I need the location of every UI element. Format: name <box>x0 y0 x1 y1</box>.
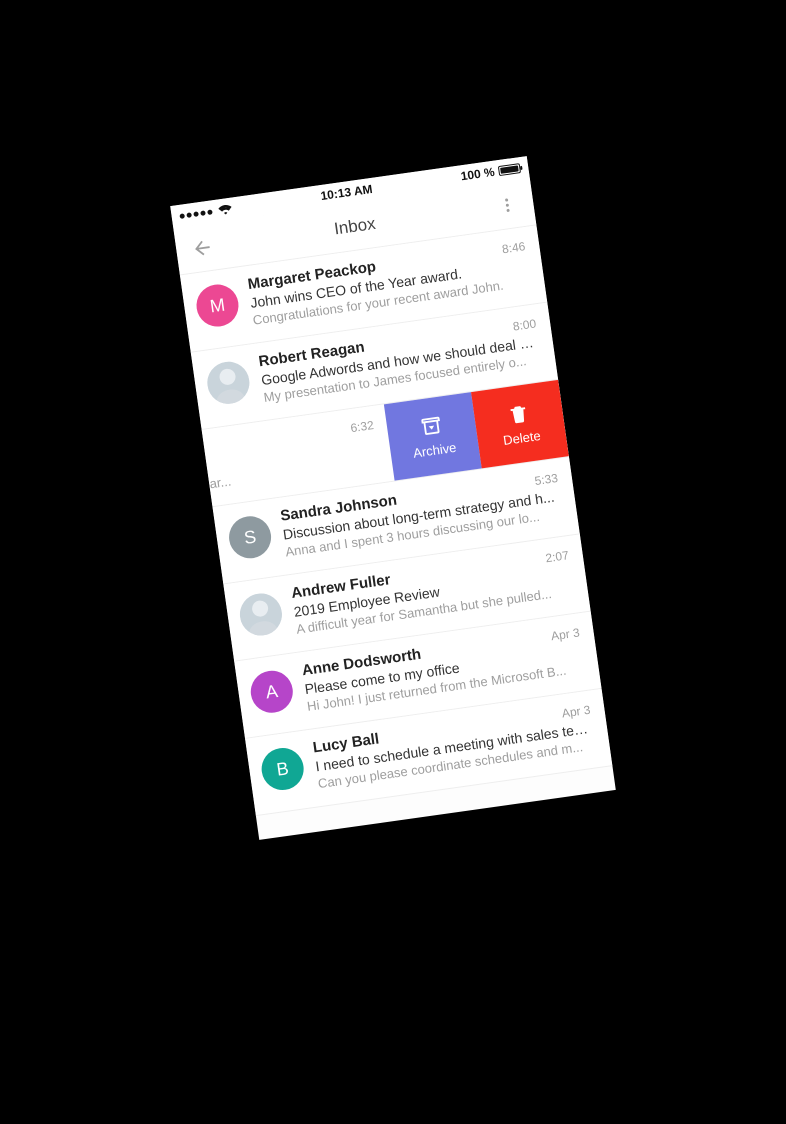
avatar: M <box>194 282 241 329</box>
delete-label: Delete <box>502 428 541 448</box>
email-time: 8:00 <box>504 316 537 334</box>
email-time: 6:32 <box>342 418 375 436</box>
archive-icon <box>419 414 444 439</box>
email-time: 8:46 <box>493 239 526 257</box>
avatar: B <box>259 745 306 792</box>
phone-frame: 10:13 AM 100 % Inbox M Margaret Peackop … <box>170 156 616 840</box>
wifi-icon <box>218 204 233 216</box>
email-time: 2:07 <box>537 548 570 566</box>
battery-icon <box>498 163 521 176</box>
avatar: S <box>226 514 273 561</box>
avatar-letter: A <box>264 681 279 703</box>
archive-button[interactable]: Archive <box>384 392 482 480</box>
avatar: A <box>248 668 295 715</box>
email-time: 5:33 <box>526 471 559 489</box>
avatar <box>237 591 284 638</box>
email-time: Apr 3 <box>553 703 591 722</box>
battery-percent: 100 % <box>460 165 496 184</box>
avatar-letter: B <box>275 758 290 780</box>
signal-dots-icon <box>179 209 212 219</box>
avatar <box>205 359 252 406</box>
back-button[interactable] <box>182 227 223 268</box>
more-button[interactable] <box>487 184 528 225</box>
avatar-letter: M <box>209 294 227 317</box>
email-time: Apr 3 <box>542 625 580 644</box>
archive-label: Archive <box>412 440 457 461</box>
avatar-letter: S <box>243 526 258 548</box>
trash-icon <box>506 401 531 426</box>
more-vertical-icon <box>497 195 517 215</box>
arrow-left-icon <box>190 235 215 260</box>
delete-button[interactable]: Delete <box>471 380 569 468</box>
inbox-list[interactable]: M Margaret Peackop 8:46 John wins CEO of… <box>180 225 612 816</box>
